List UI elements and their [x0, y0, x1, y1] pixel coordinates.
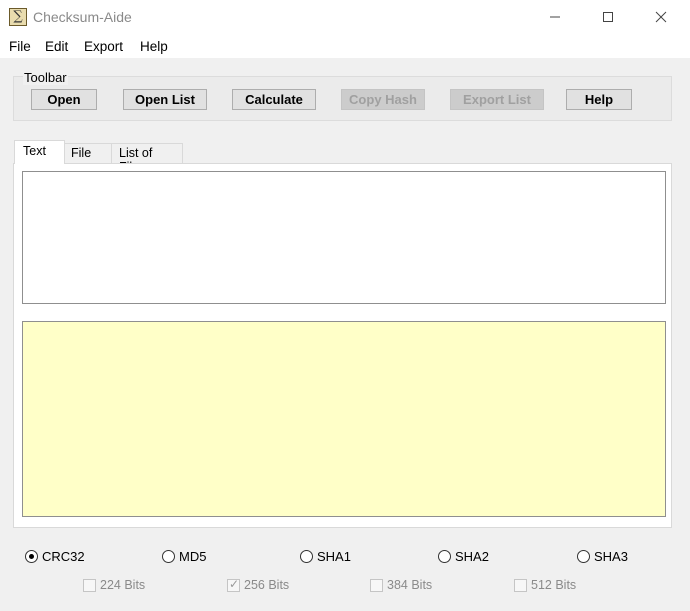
- checkbox-256-bits[interactable]: 256 Bits: [227, 577, 290, 592]
- radio-md5[interactable]: MD5: [162, 549, 206, 564]
- radio-sha3-label: SHA3: [594, 549, 628, 564]
- menu-export[interactable]: Export: [84, 39, 123, 54]
- maximize-icon: [603, 12, 613, 22]
- checkbox-224-bits-box[interactable]: [83, 578, 96, 592]
- radio-sha3-indicator[interactable]: [577, 550, 590, 563]
- radio-sha1-label: SHA1: [317, 549, 351, 564]
- calculate-button[interactable]: Calculate: [232, 89, 316, 110]
- menu-edit[interactable]: Edit: [45, 39, 68, 54]
- open-button[interactable]: Open: [31, 89, 97, 110]
- radio-md5-indicator[interactable]: [162, 550, 175, 563]
- tab-list-of-files[interactable]: List of Files: [111, 143, 183, 174]
- minimize-button[interactable]: [528, 0, 582, 34]
- checkbox-224-bits-label: 224 Bits: [100, 578, 146, 592]
- checkbox-224-bits[interactable]: 224 Bits: [83, 578, 145, 592]
- radio-sha2-label: SHA2: [455, 549, 489, 564]
- radio-sha2-indicator[interactable]: [438, 550, 451, 563]
- checkbox-512-bits-label: 512 Bits: [531, 578, 577, 592]
- menu-bar: File Edit Export Help: [0, 36, 690, 58]
- help-button[interactable]: Help: [566, 89, 632, 110]
- export-list-button[interactable]: Export List: [450, 89, 544, 110]
- checkbox-512-bits-box[interactable]: [514, 578, 527, 592]
- window-title: Checksum-Aide: [33, 9, 132, 25]
- checkbox-384-bits-label: 384 Bits: [387, 578, 433, 592]
- radio-sha1[interactable]: SHA1: [300, 549, 351, 564]
- menu-help[interactable]: Help: [140, 39, 168, 54]
- tab-file[interactable]: File: [64, 143, 112, 163]
- checkbox-384-bits-box[interactable]: [370, 578, 383, 592]
- checkbox-256-bits-label: 256 Bits: [244, 578, 290, 592]
- maximize-button[interactable]: [581, 0, 635, 34]
- open-list-button[interactable]: Open List: [123, 89, 207, 110]
- checksum-app-icon: ∑: [9, 8, 27, 26]
- menu-file[interactable]: File: [9, 39, 31, 54]
- text-input[interactable]: [22, 171, 666, 304]
- checkbox-256-bits-box[interactable]: [227, 577, 240, 592]
- minimize-icon: [550, 16, 560, 18]
- radio-md5-label: MD5: [179, 549, 207, 564]
- radio-crc32-indicator[interactable]: [25, 550, 38, 563]
- radio-crc32[interactable]: CRC32: [25, 549, 85, 564]
- radio-sha3[interactable]: SHA3: [577, 549, 628, 564]
- copy-hash-button[interactable]: Copy Hash: [341, 89, 425, 110]
- close-button[interactable]: [634, 0, 688, 34]
- tab-text[interactable]: Text: [14, 140, 65, 164]
- hash-output-area[interactable]: [22, 321, 666, 517]
- radio-crc32-label: CRC32: [42, 549, 85, 564]
- radio-sha1-indicator[interactable]: [300, 550, 313, 563]
- toolbar-legend: Toolbar: [23, 70, 68, 85]
- checkbox-512-bits[interactable]: 512 Bits: [514, 578, 576, 592]
- title-bar[interactable]: ∑ Checksum-Aide: [0, 0, 690, 36]
- radio-sha2[interactable]: SHA2: [438, 549, 489, 564]
- close-icon: [655, 11, 667, 23]
- checkbox-384-bits[interactable]: 384 Bits: [370, 578, 432, 592]
